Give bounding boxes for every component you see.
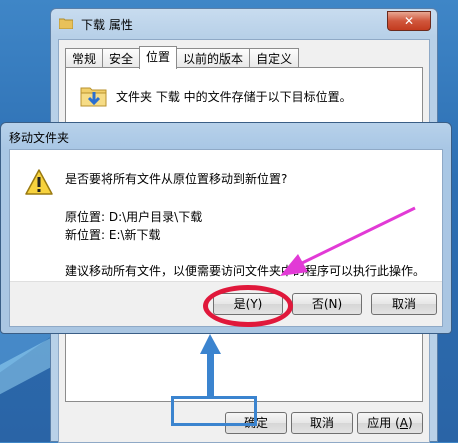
apply-prefix: 应用 ( [367,416,400,430]
close-button[interactable]: ✕ [387,11,431,31]
dialog-cancel-button[interactable]: 取消 [371,293,437,315]
tab-strip: 常规 安全 位置 以前的版本 自定义 [65,46,300,69]
original-location: 原位置: D:\用户目录\下载 [65,210,203,224]
location-description: 文件夹 下载 中的文件存储于以下目标位置。 [116,90,352,104]
apply-hotkey: A [399,416,409,430]
downloads-folder-icon [80,82,108,110]
move-advice: 建议移动所有文件，以便需要访问文件夹中的程序可以执行此操作。 [65,264,426,278]
properties-titlebar[interactable]: 下载 属性 ✕ [51,9,437,39]
move-dialog-title: 移动文件夹 [9,131,70,145]
yes-button-highlight-oval [203,285,293,327]
cancel-button[interactable]: 取消 [291,412,353,434]
tab-customize[interactable]: 自定义 [249,48,300,69]
tab-general[interactable]: 常规 [65,48,104,69]
folder-icon [58,17,74,30]
ok-button-highlight [171,396,257,426]
move-question: 是否要将所有文件从原位置移动到新位置? [65,172,288,186]
properties-title: 下载 属性 [81,18,133,32]
warning-icon [24,168,54,196]
tab-previous-versions[interactable]: 以前的版本 [176,48,251,69]
new-location: 新位置: E:\新下载 [65,228,161,242]
apply-button[interactable]: 应用 (A) [357,412,423,434]
no-button[interactable]: 否(N) [292,293,362,315]
tab-location[interactable]: 位置 [139,46,178,69]
tab-security[interactable]: 安全 [102,48,141,69]
apply-suffix: ) [408,416,413,430]
